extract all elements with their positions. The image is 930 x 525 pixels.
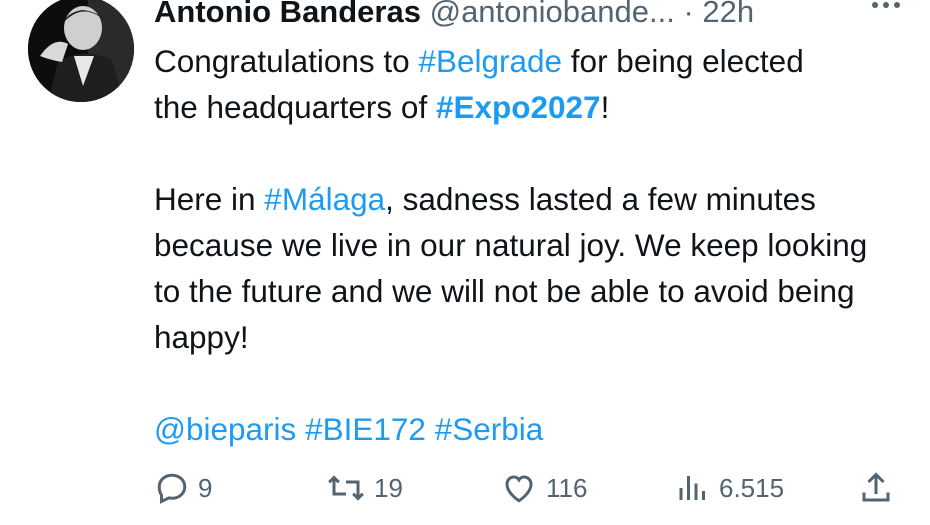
author-handle[interactable]: @antoniobande... <box>430 0 675 29</box>
retweet-count: 19 <box>374 472 403 503</box>
text-segment: Congratulations to <box>154 43 419 79</box>
hashtag-bie172[interactable]: #BIE172 <box>305 411 426 447</box>
retweet-icon <box>326 470 366 506</box>
author-avatar[interactable] <box>28 0 134 102</box>
like-count: 116 <box>546 472 588 503</box>
like-button[interactable]: 116 <box>500 465 587 511</box>
hashtag-serbia[interactable]: #Serbia <box>435 411 544 447</box>
text-segment: Here in <box>154 181 265 217</box>
hashtag-expo2027[interactable]: #Expo2027 <box>436 89 601 125</box>
share-icon <box>858 470 894 506</box>
retweet-button[interactable]: 19 <box>326 465 403 511</box>
share-button[interactable] <box>858 465 894 511</box>
tweet-header: Antonio Banderas @antoniobande... · 22h <box>154 0 924 32</box>
heart-icon <box>500 470 538 506</box>
author-name[interactable]: Antonio Banderas <box>154 0 421 29</box>
tweet-paragraph-3: @bieparis #BIE172 #Serbia <box>154 406 914 452</box>
tweet-timestamp[interactable]: 22h <box>702 0 754 29</box>
text-segment: the headquarters of <box>154 89 436 125</box>
views-button[interactable]: 6.515 <box>675 465 784 511</box>
text-segment: ! <box>600 89 610 125</box>
views-count: 6.515 <box>719 472 785 503</box>
more-icon[interactable] <box>872 2 900 8</box>
mention-bieparis[interactable]: @bieparis <box>154 411 296 447</box>
tweet-paragraph-1: Congratulations to #Belgrade for being e… <box>154 38 914 130</box>
hashtag-belgrade[interactable]: #Belgrade <box>418 43 562 79</box>
tweet-actions: 9 19 116 6.515 <box>154 465 904 511</box>
views-icon <box>675 470 711 506</box>
reply-button[interactable]: 9 <box>154 465 212 511</box>
reply-count: 9 <box>198 472 213 503</box>
header-separator: · <box>683 0 694 29</box>
hashtag-malaga[interactable]: #Málaga <box>264 181 385 217</box>
tweet-paragraph-2: Here in #Málaga, sadness lasted a few mi… <box>154 176 894 360</box>
reply-icon <box>154 470 190 506</box>
text-segment: for being elected <box>562 43 804 79</box>
tweet-text: Congratulations to #Belgrade for being e… <box>154 38 914 452</box>
